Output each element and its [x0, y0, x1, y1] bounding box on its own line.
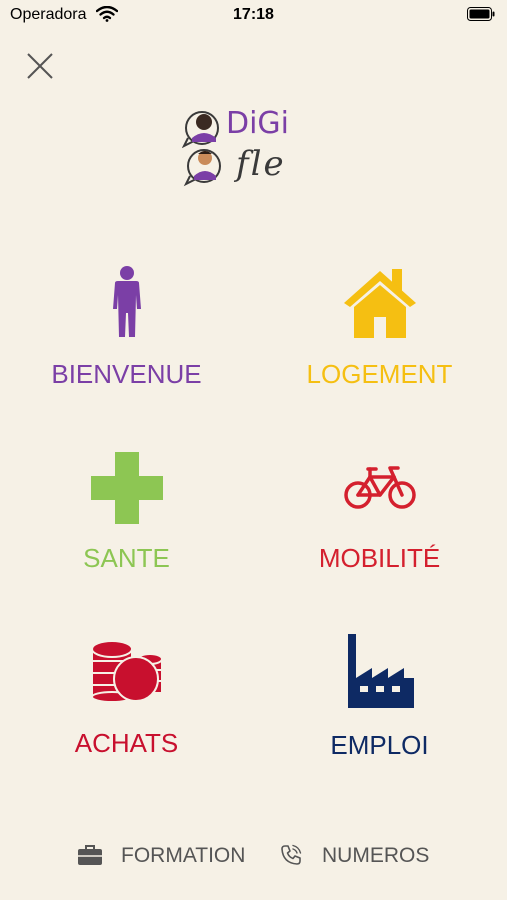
tile-label-bienvenue: BIENVENUE	[51, 359, 202, 389]
tile-label-mobilite: MOBILITÉ	[318, 543, 441, 573]
close-icon[interactable]	[24, 50, 56, 82]
status-bar: Operadora 17:18	[0, 0, 507, 32]
numeros-label: NUMEROS	[322, 844, 430, 867]
logo-text-digi: DiGi	[226, 106, 290, 141]
app-logo: DiGi fle	[180, 106, 310, 190]
tile-achats[interactable]: ACHATS	[0, 636, 253, 806]
tile-mobilite[interactable]: MOBILITÉ	[253, 451, 506, 621]
factory-icon	[347, 634, 414, 708]
formation-button[interactable]: FORMATION	[78, 842, 258, 870]
tile-label-achats: ACHATS	[74, 728, 179, 758]
tile-label-logement: LOGEMENT	[306, 359, 453, 389]
person-icon	[112, 266, 141, 337]
numeros-button[interactable]: NUMEROS	[280, 842, 440, 870]
briefcase-icon	[78, 845, 102, 865]
coins-icon	[90, 640, 163, 703]
tile-sante[interactable]: SANTE	[0, 451, 253, 621]
status-time: 17:18	[233, 6, 274, 23]
logo-text-fle: fle	[236, 144, 286, 184]
tile-label-sante: SANTE	[83, 543, 170, 573]
cross-icon	[90, 452, 163, 524]
battery-icon	[467, 7, 495, 21]
tile-label-emploi: EMPLOI	[330, 730, 429, 760]
phone-icon	[281, 844, 302, 865]
tile-emploi[interactable]: EMPLOI	[253, 634, 506, 806]
formation-label: FORMATION	[121, 844, 246, 867]
logo-bubble-icon	[182, 111, 221, 187]
bicycle-icon	[343, 466, 416, 509]
house-icon	[343, 269, 416, 338]
tile-bienvenue[interactable]: BIENVENUE	[0, 265, 253, 435]
tile-logement[interactable]: LOGEMENT	[253, 265, 506, 435]
